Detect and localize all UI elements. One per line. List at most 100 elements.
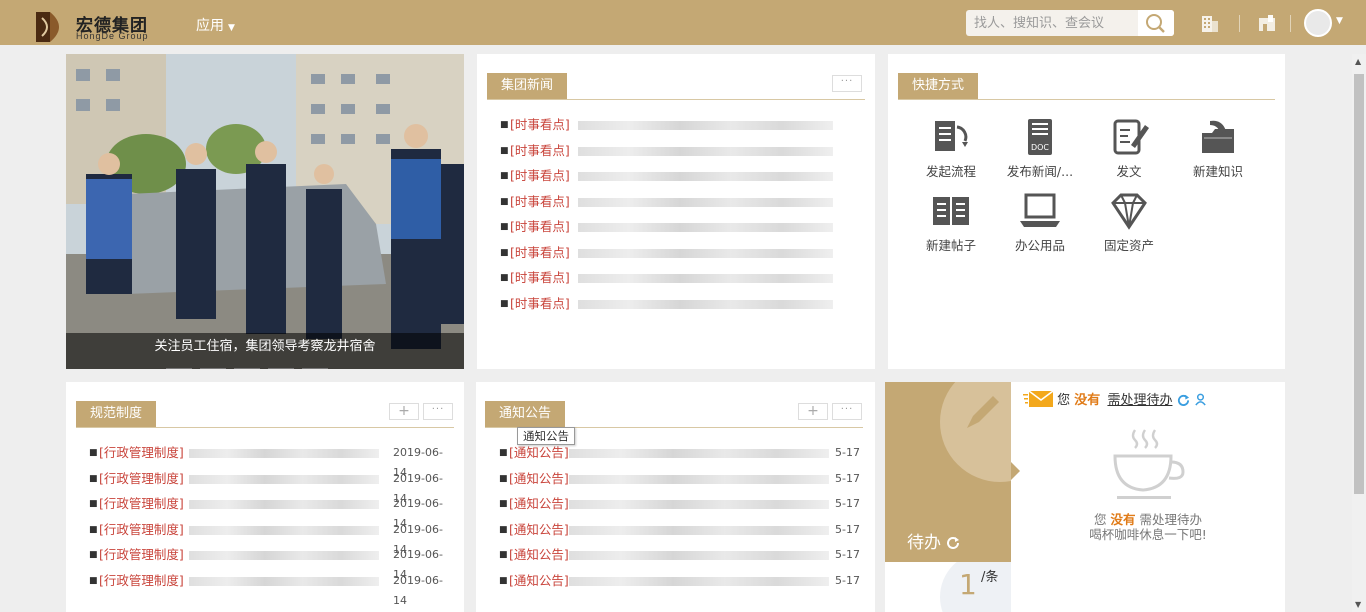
news-tag[interactable]: [时事看点] (510, 268, 570, 288)
list-item[interactable]: ■ [行政管理制度] 2019-06-14 (89, 469, 454, 505)
news-tag[interactable]: [时事看点] (510, 166, 570, 186)
notice-tag[interactable]: [通知公告] (509, 494, 569, 514)
page-scrollbar[interactable]: ▲ ▼ (1352, 54, 1366, 612)
news-tag[interactable]: [时事看点] (510, 141, 570, 161)
notice-tag[interactable]: [通知公告] (509, 443, 569, 463)
search-input[interactable] (966, 10, 1136, 36)
blurred-title[interactable] (578, 274, 833, 283)
list-item[interactable]: ■ [行政管理制度] 2019-06-14 (89, 571, 454, 607)
carousel-dot[interactable] (234, 368, 260, 369)
shortcut-new-post[interactable]: 新建帖子 (911, 191, 991, 254)
shortcut-send-document[interactable]: 发文 (1089, 117, 1169, 180)
regulation-tag[interactable]: [行政管理制度] (99, 520, 184, 540)
regulation-tag[interactable]: [行政管理制度] (99, 545, 184, 565)
more-button[interactable]: ··· (423, 403, 453, 420)
list-item[interactable]: ■ [通知公告] 5-17 (499, 494, 864, 520)
blurred-title[interactable] (578, 223, 833, 232)
notice-tag[interactable]: [通知公告] (509, 571, 569, 591)
list-item[interactable]: ■ [时事看点] (500, 166, 855, 192)
blurred-title[interactable] (569, 474, 829, 484)
regulation-tag[interactable]: [行政管理制度] (99, 494, 184, 514)
news-carousel[interactable]: 关注员工住宿，集团领导考察龙井宿舍 (66, 54, 464, 369)
list-item[interactable]: ■ [时事看点] (500, 192, 855, 218)
carousel-dot[interactable] (302, 368, 328, 369)
news-tag[interactable]: [时事看点] (510, 243, 570, 263)
news-tag[interactable]: [时事看点] (510, 217, 570, 237)
list-item[interactable]: ■ [时事看点] (500, 141, 855, 167)
blurred-title[interactable] (189, 449, 379, 458)
blurred-title[interactable] (189, 576, 379, 586)
blurred-title[interactable] (569, 525, 829, 535)
panel-title[interactable]: 通知公告 (485, 401, 566, 427)
blurred-title[interactable] (569, 500, 829, 509)
list-item[interactable]: ■ [行政管理制度] 2019-06-14 (89, 520, 454, 556)
scroll-up-arrow-icon[interactable]: ▲ (1355, 57, 1361, 66)
blurred-title[interactable] (189, 500, 379, 509)
list-item[interactable]: ■ [时事看点] (500, 243, 855, 269)
todo-tile[interactable]: 待办 (885, 382, 1011, 562)
blurred-title[interactable] (578, 299, 833, 309)
regulation-tag[interactable]: [行政管理制度] (99, 443, 184, 463)
blurred-title[interactable] (578, 248, 833, 258)
list-item[interactable]: ■ [通知公告] 5-17 (499, 571, 864, 597)
blurred-title[interactable] (569, 576, 829, 586)
news-tag[interactable]: [时事看点] (510, 192, 570, 212)
shortcut-new-knowledge[interactable]: 新建知识 (1178, 117, 1258, 180)
list-item[interactable]: ■ [时事看点] (500, 115, 855, 141)
carousel-dot[interactable] (200, 368, 226, 369)
blurred-title[interactable] (578, 172, 833, 181)
scrollbar-thumb[interactable] (1354, 74, 1364, 494)
regulation-tag[interactable]: [行政管理制度] (99, 571, 184, 591)
search-button[interactable] (1138, 10, 1174, 36)
more-button[interactable]: ··· (832, 75, 862, 92)
pending-todo-link[interactable]: 需处理待办 (1107, 393, 1172, 408)
list-item[interactable]: ■ [行政管理制度] 2019-06-14 (89, 494, 454, 530)
more-button[interactable]: ··· (832, 403, 862, 420)
empty-prefix: 您 (1093, 512, 1107, 527)
refresh-icon[interactable] (946, 535, 960, 549)
app-menu[interactable]: 应用 ▼ (196, 15, 235, 35)
blurred-title[interactable] (578, 197, 833, 207)
list-item[interactable]: ■ [行政管理制度] 2019-06-14 (89, 443, 454, 479)
shortcut-publish-news[interactable]: DOC 发布新闻/... (1000, 117, 1080, 180)
blurred-title[interactable] (189, 551, 379, 560)
news-tag[interactable]: [时事看点] (510, 294, 570, 314)
list-item[interactable]: ■ [时事看点] (500, 294, 855, 320)
blurred-title[interactable] (189, 474, 379, 484)
carousel-dot[interactable] (166, 368, 192, 369)
add-button[interactable]: + (798, 403, 828, 420)
notice-tag[interactable]: [通知公告] (509, 469, 569, 489)
list-item[interactable]: ■ [通知公告] 5-17 (499, 520, 864, 546)
list-item[interactable]: ■ [通知公告] 5-17 (499, 545, 864, 571)
panel-title[interactable]: 集团新闻 (487, 73, 568, 99)
notice-tag[interactable]: [通知公告] (509, 545, 569, 565)
blurred-title[interactable] (569, 449, 829, 458)
list-item[interactable]: ■ [时事看点] (500, 268, 855, 294)
shortcut-fixed-assets[interactable]: 固定资产 (1089, 191, 1169, 254)
home-icon[interactable] (1257, 13, 1277, 33)
scroll-down-arrow-icon[interactable]: ▼ (1355, 600, 1361, 609)
list-item[interactable]: ■ [通知公告] 5-17 (499, 469, 864, 495)
user-avatar[interactable] (1304, 9, 1332, 37)
blurred-title[interactable] (578, 121, 833, 130)
shortcut-start-workflow[interactable]: 发起流程 (911, 117, 991, 180)
panel-title[interactable]: 规范制度 (76, 401, 157, 427)
panel-title[interactable]: 快捷方式 (898, 73, 979, 99)
list-item[interactable]: ■ [行政管理制度] 2019-06-14 (89, 545, 454, 581)
company-logo[interactable]: 宏德集团 HongDe Group (36, 10, 156, 42)
notice-tag[interactable]: [通知公告] (509, 520, 569, 540)
regulation-tag[interactable]: [行政管理制度] (99, 469, 184, 489)
building-icon[interactable] (1200, 13, 1220, 33)
blurred-title[interactable] (189, 525, 379, 535)
blurred-title[interactable] (569, 551, 829, 560)
user-icon[interactable] (1194, 393, 1207, 406)
chevron-down-icon[interactable]: ▼ (1336, 16, 1343, 26)
blurred-title[interactable] (578, 146, 833, 156)
news-tag[interactable]: [时事看点] (510, 115, 570, 135)
add-button[interactable]: + (389, 403, 419, 420)
shortcut-office-supplies[interactable]: 办公用品 (1000, 191, 1080, 254)
list-item[interactable]: ■ [通知公告] 5-17 (499, 443, 864, 469)
carousel-dot[interactable] (268, 368, 294, 369)
list-item[interactable]: ■ [时事看点] (500, 217, 855, 243)
refresh-icon[interactable] (1177, 393, 1190, 406)
